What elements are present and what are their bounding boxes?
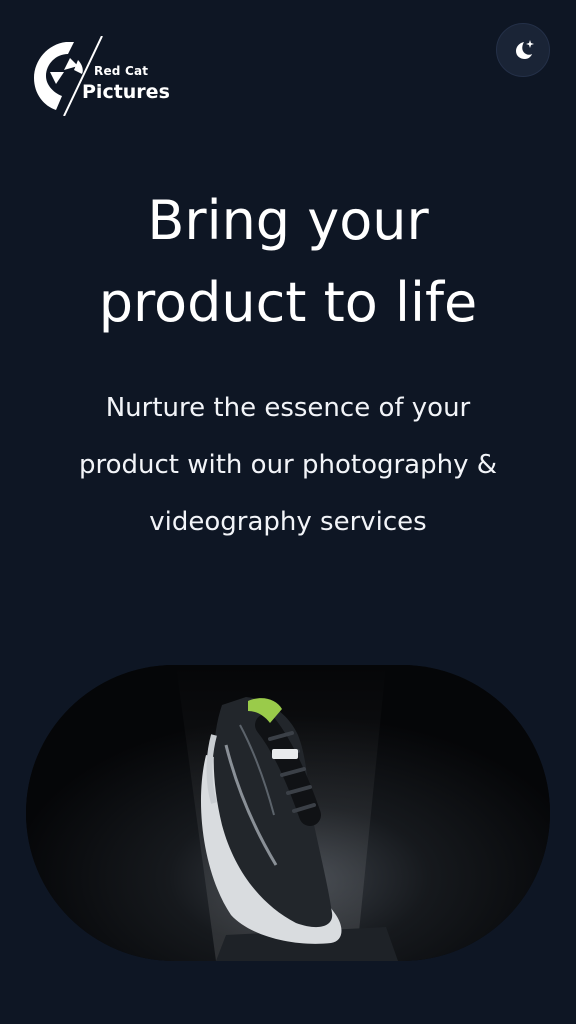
- hero-subtitle-line3: videography services: [149, 507, 427, 537]
- brand-name-line1: Red Cat: [94, 64, 149, 78]
- hero-title: Bring your product to life: [0, 180, 576, 344]
- moon-stars-icon: [516, 40, 534, 59]
- brand-logo[interactable]: Red Cat Pictures: [30, 36, 180, 116]
- hero-title-line1: Bring your: [147, 189, 429, 252]
- hero-subtitle: Nurture the essence of your product with…: [30, 380, 546, 551]
- theme-toggle-button[interactable]: [496, 23, 550, 77]
- hero-title-line2: product to life: [98, 271, 478, 334]
- hero-subtitle-line1: Nurture the essence of your: [105, 393, 471, 423]
- hero-subtitle-line2: product with our photography &: [78, 450, 498, 480]
- brand-name-line2: Pictures: [82, 81, 170, 103]
- sneaker-product-photo: [26, 665, 550, 961]
- hero-image: [26, 665, 550, 961]
